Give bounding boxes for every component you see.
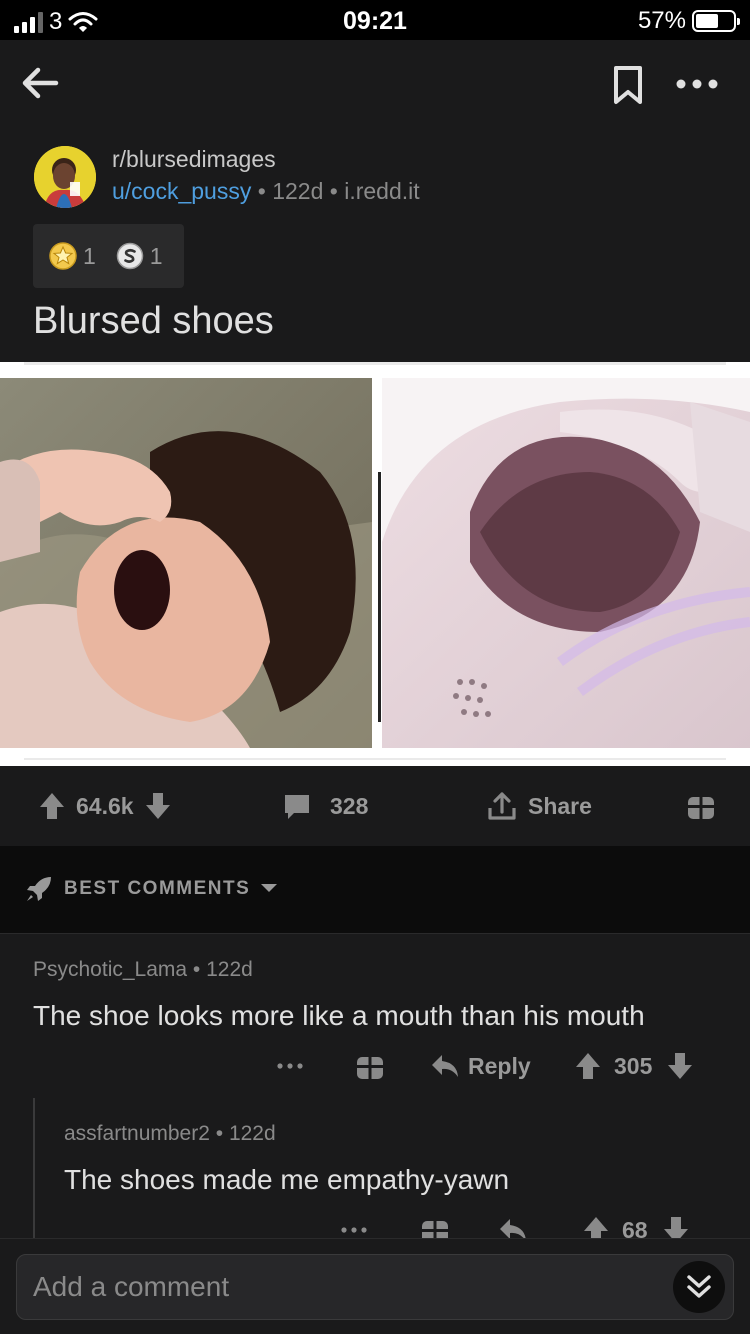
reply-arrow-icon [432, 1055, 458, 1077]
comment-age: 122d [228, 1122, 276, 1145]
more-options-icon[interactable] [672, 62, 722, 106]
comment-meta: Psychotic_Lama • 122d [33, 958, 253, 982]
bookmark-icon[interactable] [610, 64, 646, 106]
comments-button[interactable]: 328 [282, 766, 368, 846]
awards-bar[interactable]: 1 1 [33, 224, 184, 288]
downvote-icon[interactable] [666, 1051, 694, 1081]
sort-label: BEST COMMENTS [64, 878, 251, 899]
share-label: Share [528, 792, 592, 819]
battery-icon [692, 10, 740, 32]
status-bar: 3 09:21 57% [0, 0, 750, 40]
meta-separator: • [215, 1122, 224, 1145]
post-age: 122d [272, 178, 324, 204]
post-image[interactable] [0, 362, 750, 766]
reply-arrow-icon [500, 1219, 526, 1238]
post-domain[interactable]: i.redd.it [344, 178, 419, 204]
double-chevron-down-icon [687, 1275, 711, 1298]
post-title[interactable]: Blursed shoes [33, 300, 274, 343]
comment-sort-bar[interactable]: BEST COMMENTS [0, 846, 750, 934]
share-icon [488, 792, 516, 820]
post-action-bar: 64.6k 328 Share [0, 766, 750, 846]
upvote-icon[interactable] [582, 1215, 610, 1238]
award-button[interactable] [686, 766, 716, 846]
comment-age: 122d [206, 958, 253, 981]
comment-award-button[interactable] [355, 1044, 385, 1088]
reply-button[interactable]: Reply [430, 1044, 531, 1088]
comment-award-button[interactable] [420, 1208, 450, 1238]
back-arrow-icon[interactable] [18, 60, 64, 106]
downvote-icon[interactable] [144, 791, 172, 821]
comment-body[interactable]: The shoes made me empathy-yawn [64, 1164, 509, 1196]
comment-author[interactable]: assfartnumber2 [64, 1122, 210, 1145]
comment-input[interactable] [33, 1255, 673, 1319]
comment-vote-group: 68 [582, 1208, 690, 1238]
meta-separator: • [257, 178, 266, 204]
gift-icon [422, 1221, 448, 1238]
subreddit-avatar[interactable] [34, 146, 96, 208]
silver-award-icon [116, 242, 144, 270]
comment-author[interactable]: Psychotic_Lama [33, 958, 187, 981]
comment-bubble-icon [285, 795, 309, 819]
reply-label: Reply [468, 1052, 531, 1079]
rocket-icon [27, 877, 51, 901]
more-options-icon [277, 1063, 303, 1069]
jump-to-next-comment-button[interactable] [673, 1261, 725, 1313]
comment-score: 305 [614, 1052, 653, 1079]
battery-percent: 57% [637, 7, 686, 34]
comment-count: 328 [330, 792, 369, 819]
vote-count: 64.6k [76, 792, 134, 819]
upvote-icon[interactable] [38, 791, 66, 821]
post-meta: u/cock_pussy • 122d • i.redd.it [112, 178, 420, 205]
comment-composer [16, 1254, 734, 1320]
chevron-down-icon [261, 884, 277, 892]
more-options-icon [341, 1227, 367, 1233]
gift-icon [688, 797, 714, 819]
comment-body[interactable]: The shoe looks more like a mouth than hi… [33, 1000, 645, 1032]
meta-separator: • [192, 958, 201, 981]
silver-award-count: 1 [149, 242, 163, 269]
reply-button[interactable] [498, 1208, 528, 1238]
comment-meta: assfartnumber2 • 122d [64, 1122, 276, 1146]
top-nav [0, 40, 750, 130]
comment-score: 68 [622, 1216, 648, 1239]
share-button[interactable]: Share [486, 766, 592, 846]
comment-more-button[interactable] [276, 1044, 304, 1088]
post-author[interactable]: u/cock_pussy [112, 178, 251, 204]
comment-vote-group: 305 [574, 1044, 694, 1088]
vote-group: 64.6k [38, 766, 172, 846]
comment-more-button[interactable] [340, 1208, 368, 1238]
meta-separator: • [329, 178, 338, 204]
downvote-icon[interactable] [662, 1215, 690, 1238]
gold-award-count: 1 [83, 242, 96, 269]
gift-icon [357, 1057, 383, 1079]
comment-actions: 68 [0, 1208, 750, 1238]
subreddit-name[interactable]: r/blursedimages [112, 146, 276, 173]
gold-award-icon [49, 242, 77, 270]
comment-actions: Reply 305 [0, 1044, 750, 1088]
upvote-icon[interactable] [574, 1051, 602, 1081]
